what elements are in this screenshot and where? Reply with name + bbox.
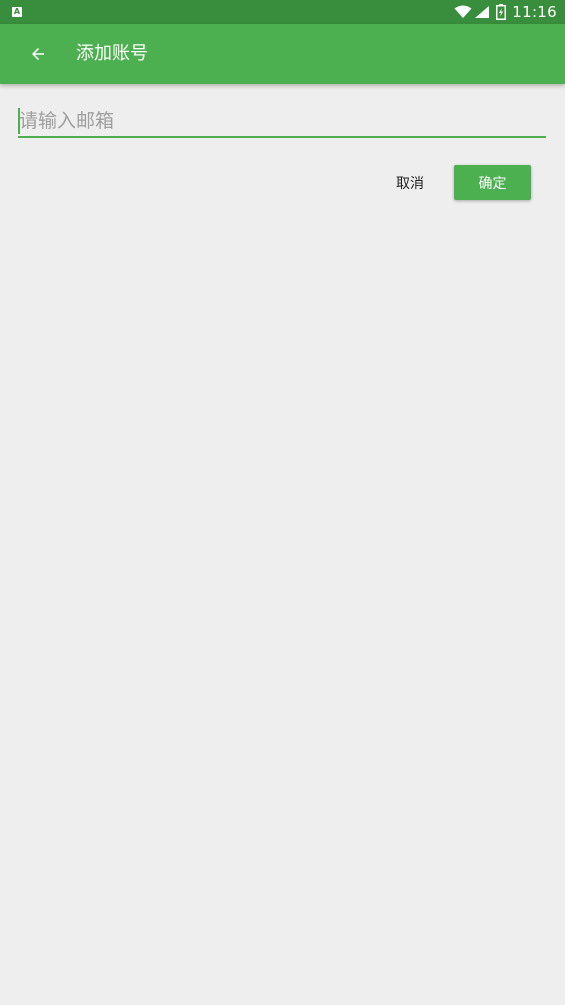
app-toolbar: 添加账号	[0, 24, 565, 84]
page-title: 添加账号	[76, 43, 148, 64]
cancel-button[interactable]: 取消	[380, 166, 440, 200]
arrow-back-icon	[32, 48, 44, 60]
status-time: 11:16	[512, 3, 557, 21]
battery-icon	[496, 4, 507, 20]
text-cursor	[18, 108, 20, 134]
status-icons: 11:16	[454, 0, 557, 24]
wifi-icon	[454, 5, 472, 18]
confirm-button[interactable]: 确定	[454, 165, 531, 200]
email-field[interactable]	[18, 106, 546, 138]
back-button[interactable]	[20, 36, 56, 72]
status-bar: A 11:16	[0, 0, 565, 24]
notification-icon: A	[12, 7, 22, 17]
signal-icon	[475, 6, 490, 18]
